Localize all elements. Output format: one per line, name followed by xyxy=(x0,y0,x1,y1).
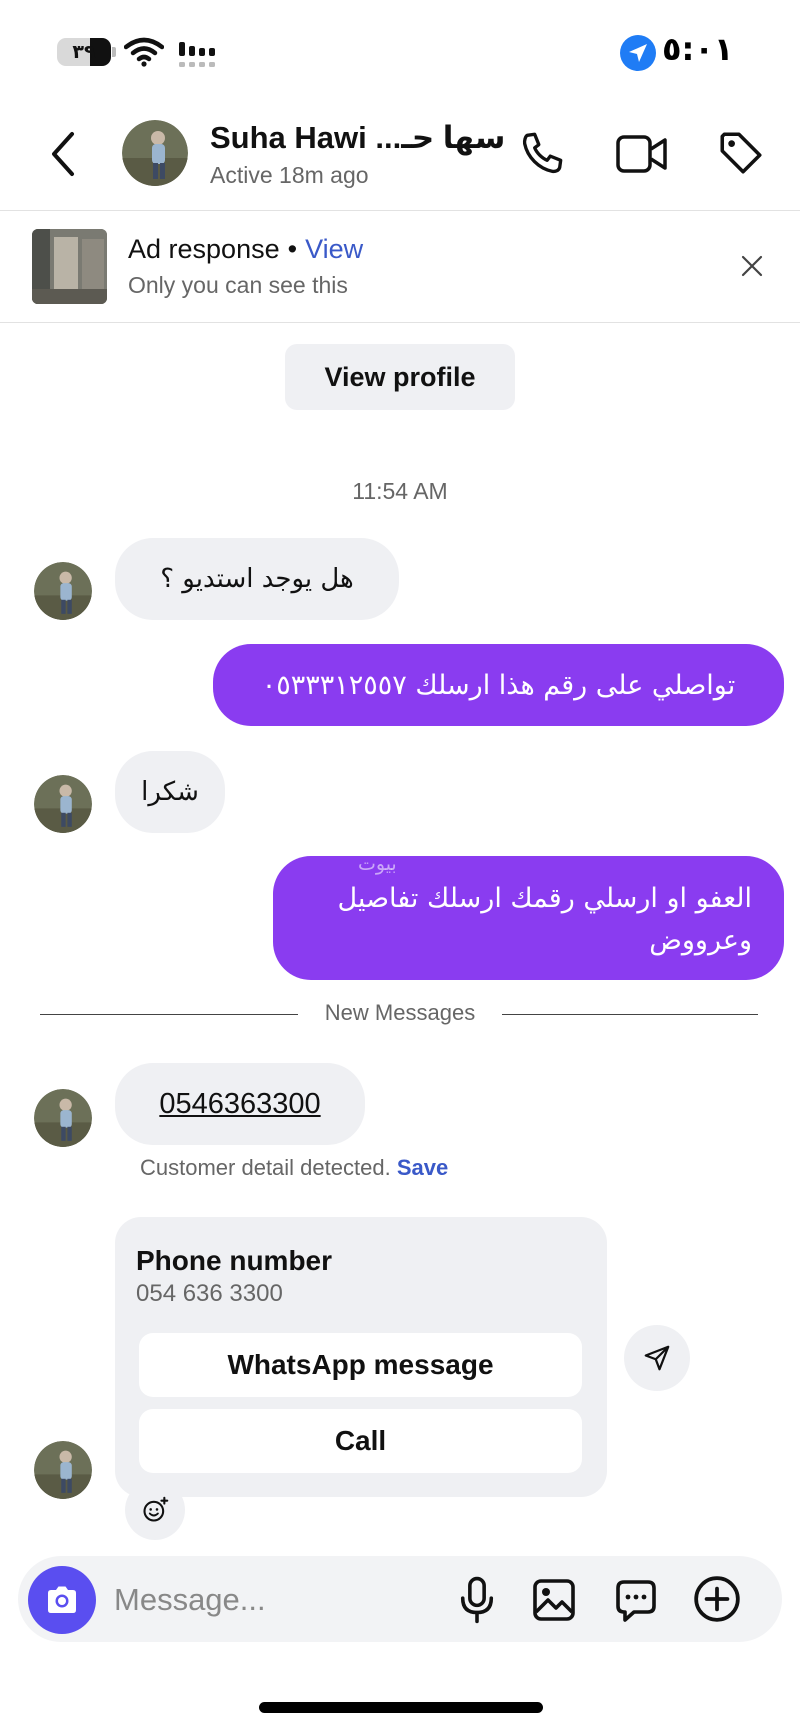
send-icon xyxy=(644,1345,670,1371)
message-input[interactable] xyxy=(114,1572,434,1628)
video-call-icon[interactable] xyxy=(615,132,669,176)
contact-name[interactable]: Suha Hawi ...سها حـ xyxy=(210,120,505,156)
battery-percentage: ٣٩ xyxy=(72,41,96,63)
avatar[interactable] xyxy=(122,120,188,186)
card-phone-number: 054 636 3300 xyxy=(136,1280,283,1307)
ad-divider xyxy=(0,322,800,323)
ad-view-link[interactable]: View xyxy=(305,234,363,264)
signal-icon xyxy=(179,42,215,67)
battery-icon: ٣٩ xyxy=(57,38,111,66)
clock: ٥:٠١ xyxy=(662,30,734,68)
whatsapp-message-button[interactable]: WhatsApp message xyxy=(139,1333,582,1397)
share-button[interactable] xyxy=(624,1325,690,1391)
wifi-icon xyxy=(124,37,164,67)
ad-thumbnail[interactable] xyxy=(32,229,107,304)
customer-detail-notice: Customer detail detected. Save xyxy=(140,1155,448,1181)
ad-visibility-note: Only you can see this xyxy=(128,272,348,298)
plus-icon[interactable] xyxy=(692,1574,742,1624)
message-timestamp: 11:54 AM xyxy=(352,478,448,504)
divider-line xyxy=(502,1014,758,1015)
separator-dot: • xyxy=(287,234,298,264)
gallery-icon[interactable] xyxy=(530,1576,578,1624)
incoming-message[interactable]: شكرا xyxy=(115,751,225,833)
add-reaction-button[interactable] xyxy=(125,1480,185,1540)
call-button[interactable]: Call xyxy=(139,1409,582,1473)
home-indicator[interactable] xyxy=(259,1702,543,1713)
status-bar: ٣٩ ٥:٠١ xyxy=(0,0,800,100)
new-messages-label: New Messages xyxy=(324,1000,476,1025)
contact-status: Active 18m ago xyxy=(210,162,369,188)
microphone-icon[interactable] xyxy=(455,1575,499,1625)
incoming-message[interactable]: هل يوجد استديو ؟ xyxy=(115,538,399,620)
view-profile-button[interactable]: View profile xyxy=(285,344,515,410)
outgoing-message[interactable]: تواصلي على رقم هذا ارسلك ٠٥٣٣٣١٢٥٥٧ xyxy=(213,644,784,726)
camera-icon xyxy=(48,1586,76,1613)
avatar[interactable] xyxy=(34,562,92,620)
phone-icon[interactable] xyxy=(518,128,568,178)
customer-detail-text: Customer detail detected. xyxy=(140,1155,391,1180)
close-icon[interactable] xyxy=(740,254,764,278)
chat-icon[interactable] xyxy=(612,1576,660,1624)
save-link[interactable]: Save xyxy=(397,1155,448,1180)
avatar[interactable] xyxy=(34,1089,92,1147)
card-title: Phone number xyxy=(136,1245,333,1276)
avatar[interactable] xyxy=(34,1441,92,1499)
battery-cap xyxy=(112,47,116,57)
emoji-add-icon xyxy=(143,1496,169,1522)
divider-line xyxy=(40,1014,298,1015)
back-icon[interactable] xyxy=(48,130,78,178)
phone-number-message[interactable]: 0546363300 xyxy=(115,1063,365,1145)
ad-response-label: Ad response xyxy=(128,234,280,264)
avatar[interactable] xyxy=(34,775,92,833)
outgoing-message[interactable]: العفو او ارسلي رقمك ارسلك تفاصيل وعرووض xyxy=(273,856,784,980)
header-divider xyxy=(0,210,800,211)
tag-icon[interactable] xyxy=(716,128,766,178)
ad-response-title: Ad response • View xyxy=(128,234,363,265)
location-icon xyxy=(620,35,656,71)
watermark: بيوت xyxy=(358,853,397,875)
camera-button[interactable] xyxy=(28,1566,96,1634)
